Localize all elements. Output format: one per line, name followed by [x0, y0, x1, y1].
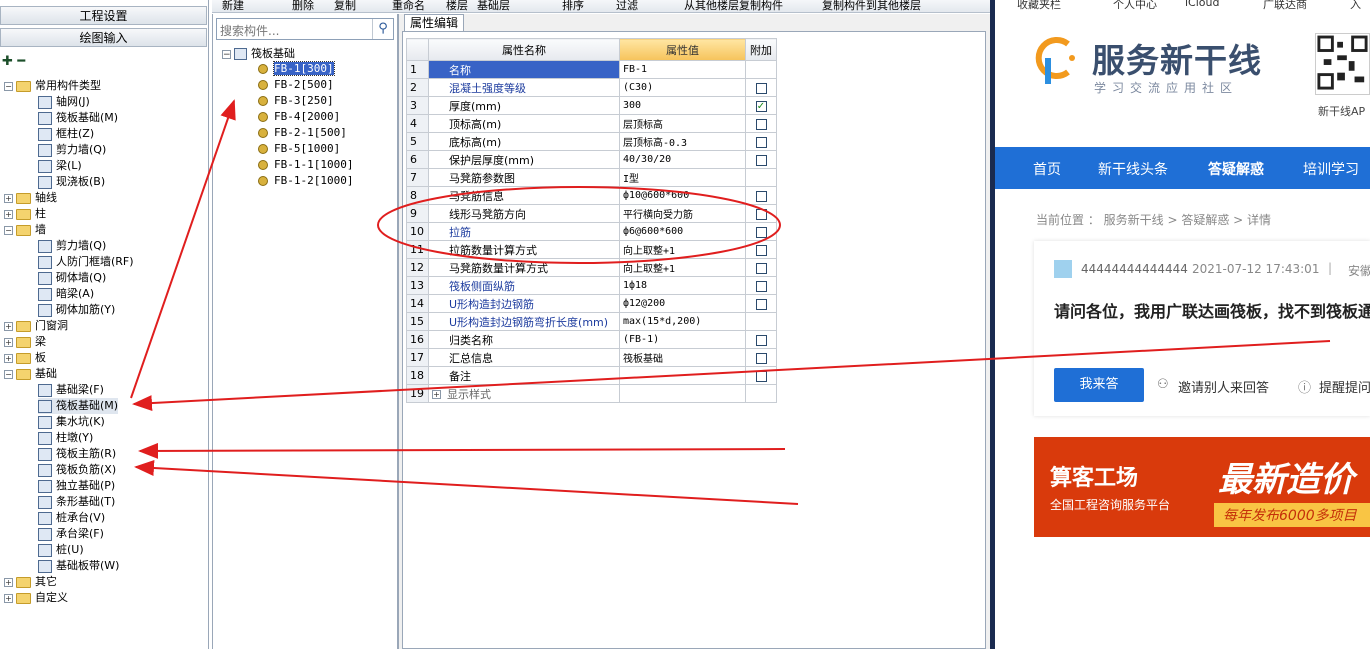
annotation-arrow-neg-rebar — [134, 460, 799, 505]
annotation-arrow-to-component — [130, 99, 236, 399]
annotation-arrow-main-rebar — [138, 442, 786, 459]
annotation-arrow-raft — [132, 340, 1331, 412]
annotation-overlay — [130, 99, 1331, 505]
annotation-ellipse — [377, 186, 781, 264]
